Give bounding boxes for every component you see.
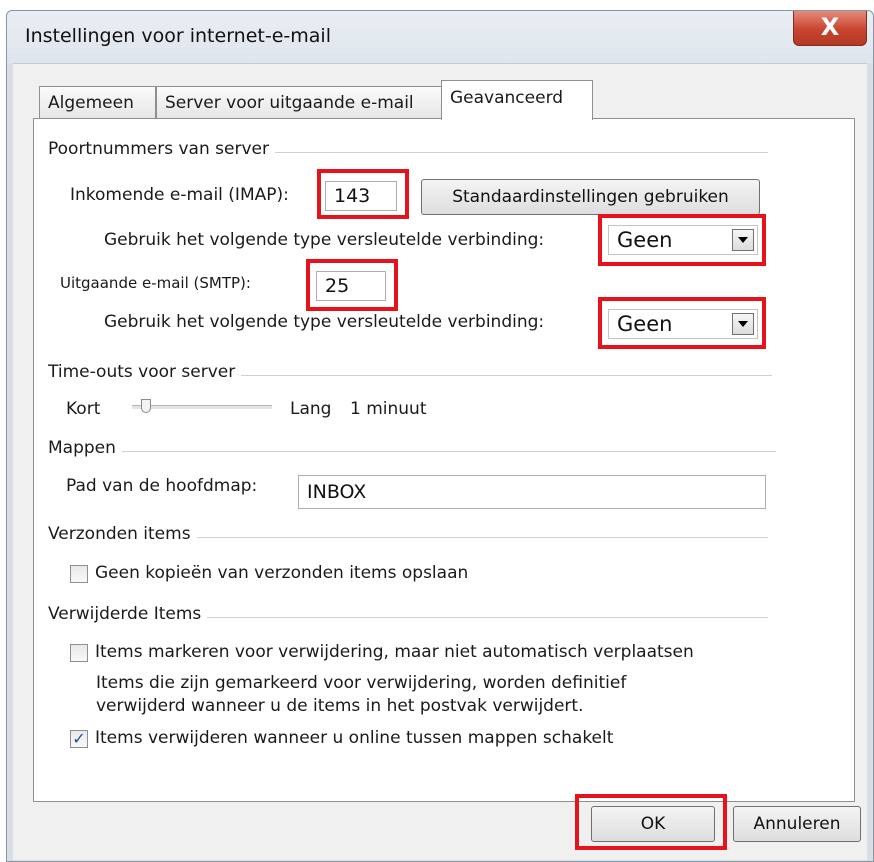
no-copies-checkbox[interactable]: [70, 565, 88, 583]
incoming-encryption-value: Geen: [617, 228, 673, 252]
dialog-body: Algemeen Server voor uitgaande e-mail Ge…: [13, 63, 867, 860]
purge-on-switch-label[interactable]: Items verwijderen wanneer u online tusse…: [95, 728, 613, 748]
group-divider: [48, 451, 776, 452]
incoming-port-label: Inkomende e-mail (IMAP):: [70, 185, 289, 205]
deletion-info-line1: Items die zijn gemarkeerd voor verwijder…: [96, 673, 627, 693]
timeout-long-label: Lang: [290, 399, 332, 419]
timeout-short-label: Kort: [66, 399, 101, 419]
use-defaults-button[interactable]: Standaardinstellingen gebruiken: [421, 179, 760, 215]
incoming-encryption-label: Gebruik het volgende type versleutelde v…: [104, 230, 545, 250]
no-copies-label[interactable]: Geen kopieën van verzonden items opslaan: [95, 563, 468, 583]
incoming-encryption-select[interactable]: Geen: [608, 225, 758, 255]
group-label-folders: Mappen: [48, 438, 122, 458]
outgoing-port-input[interactable]: 25: [316, 271, 386, 301]
deletion-info-line2: verwijderd wanneer u de items in het pos…: [96, 696, 584, 716]
purge-on-switch-checkbox[interactable]: ✓: [70, 730, 88, 748]
group-label-server-ports: Poortnummers van server: [48, 139, 275, 159]
tab-geavanceerd[interactable]: Geavanceerd: [441, 80, 593, 120]
chevron-down-icon[interactable]: [732, 313, 754, 335]
outgoing-port-label: Uitgaande e-mail (SMTP):: [60, 274, 251, 292]
dialog-title: Instellingen voor internet-e-mail: [25, 25, 331, 47]
dialog-window: Instellingen voor internet-e-mail X Alge…: [6, 10, 874, 862]
chevron-down-icon[interactable]: [732, 229, 754, 251]
ok-button[interactable]: OK: [591, 806, 715, 842]
outgoing-encryption-select[interactable]: Geen: [608, 309, 758, 339]
root-path-label: Pad van de hoofdmap:: [66, 476, 258, 496]
timeout-slider-thumb[interactable]: [141, 399, 151, 413]
advanced-panel: Poortnummers van server Inkomende e-mail…: [33, 118, 855, 802]
incoming-port-input[interactable]: 143: [325, 181, 397, 211]
root-path-input[interactable]: INBOX: [298, 475, 766, 509]
group-label-sent-items: Verzonden items: [48, 524, 197, 544]
mark-for-deletion-checkbox[interactable]: [70, 644, 88, 662]
tab-uitgaande-server[interactable]: Server voor uitgaande e-mail: [156, 86, 442, 118]
mark-for-deletion-label[interactable]: Items markeren voor verwijdering, maar n…: [95, 642, 694, 662]
checkmark-icon: ✓: [72, 729, 86, 748]
group-label-timeouts: Time-outs voor server: [48, 362, 242, 382]
outgoing-encryption-value: Geen: [617, 312, 673, 336]
group-label-deleted-items: Verwijderde Items: [48, 604, 208, 624]
cancel-button[interactable]: Annuleren: [733, 806, 861, 842]
timeout-value: 1 minuut: [350, 399, 427, 419]
tab-algemeen[interactable]: Algemeen: [39, 86, 156, 118]
close-button[interactable]: X: [793, 11, 867, 46]
timeout-slider[interactable]: [132, 405, 272, 409]
title-bar: Instellingen voor internet-e-mail X: [7, 11, 873, 63]
outgoing-encryption-label: Gebruik het volgende type versleutelde v…: [104, 312, 545, 332]
